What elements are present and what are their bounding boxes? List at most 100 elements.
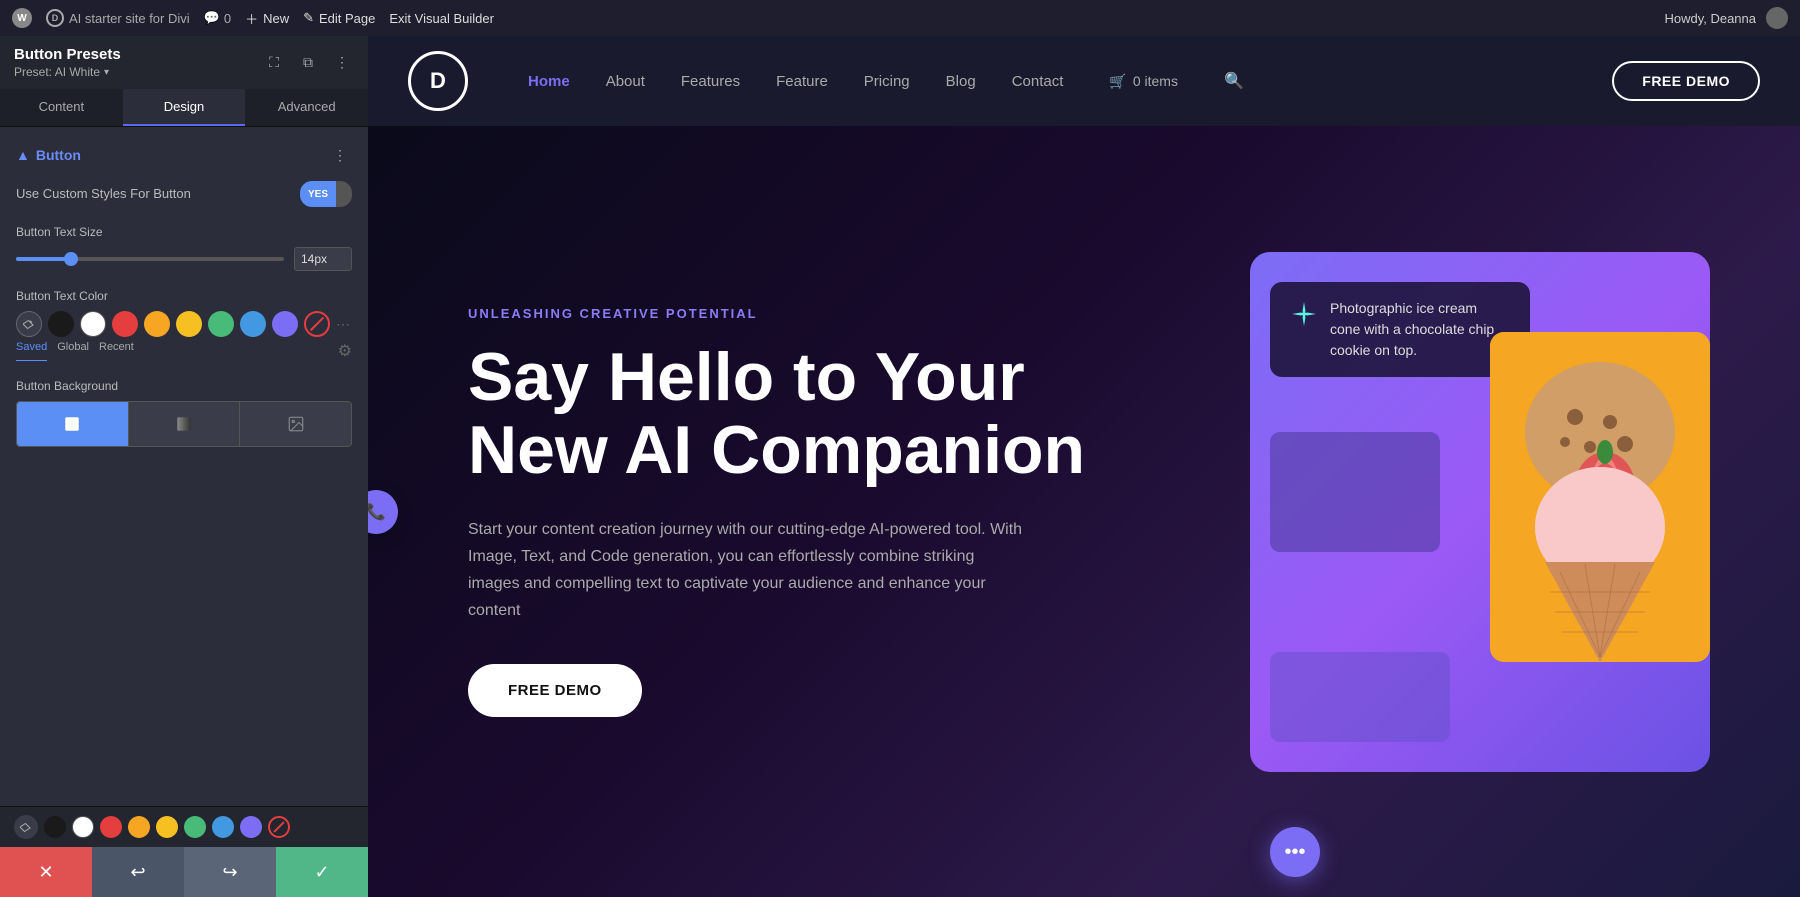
color-swatch-blue[interactable] — [240, 311, 266, 337]
text-size-input[interactable] — [294, 247, 352, 271]
undo-icon: ↩ — [130, 862, 145, 883]
bottom-swatch-green[interactable] — [184, 816, 206, 838]
bottom-action-bar: ✕ ↩ ↪ ✓ — [0, 847, 368, 897]
top-bar: W D AI starter site for Divi 💬 0 ＋ New ✎… — [0, 0, 1800, 36]
bottom-swatch-black[interactable] — [44, 816, 66, 838]
bg-label: Button Background — [16, 379, 352, 393]
nav-link-blog[interactable]: Blog — [946, 73, 976, 90]
bottom-color-bar — [0, 806, 368, 847]
bottom-swatch-yellow[interactable] — [156, 816, 178, 838]
divi-icon: D — [46, 9, 64, 27]
nav-links: Home About Features Feature Pricing Blog… — [528, 71, 1582, 91]
bottom-swatch-orange[interactable] — [128, 816, 150, 838]
bg-image-option[interactable] — [240, 402, 351, 446]
plus-icon: ＋ — [245, 9, 258, 28]
bg-options-group — [16, 401, 352, 447]
text-size-slider-row — [16, 247, 352, 271]
text-color-label: Button Text Color — [16, 289, 352, 303]
cart-icon: 🛒 — [1109, 73, 1126, 90]
color-swatch-green[interactable] — [208, 311, 234, 337]
nav-link-pricing[interactable]: Pricing — [864, 73, 910, 90]
cart-link[interactable]: 🛒 0 items — [1109, 73, 1178, 90]
color-swatch-purple[interactable] — [272, 311, 298, 337]
bg-solid-option[interactable] — [17, 402, 129, 446]
redo-button[interactable]: ↪ — [184, 847, 276, 897]
bottom-swatch-blue[interactable] — [212, 816, 234, 838]
sparkle-icon — [1290, 300, 1318, 335]
tab-content[interactable]: Content — [0, 89, 123, 126]
split-view-icon[interactable]: ⧉ — [296, 51, 320, 75]
bottom-swatch-stroke[interactable] — [268, 816, 290, 838]
section-more-icon[interactable]: ⋮ — [328, 143, 352, 167]
color-swatch-red[interactable] — [112, 311, 138, 337]
site-name-link[interactable]: D AI starter site for Divi — [46, 9, 190, 27]
tab-design[interactable]: Design — [123, 89, 246, 126]
button-background-section: Button Background — [16, 379, 352, 447]
phone-icon: 📞 — [368, 502, 386, 522]
custom-styles-toggle-row: Use Custom Styles For Button YES — [16, 181, 352, 207]
nav-link-contact[interactable]: Contact — [1012, 73, 1064, 90]
color-swatch-white[interactable] — [80, 311, 106, 337]
tab-advanced[interactable]: Advanced — [245, 89, 368, 126]
nav-link-about[interactable]: About — [606, 73, 645, 90]
logo-letter: D — [430, 68, 446, 94]
edit-icon: ✎ — [303, 10, 314, 26]
text-color-section: Button Text Color ⋯ — [16, 289, 352, 361]
undo-button[interactable]: ↩ — [92, 847, 184, 897]
hero-cta-label: FREE DEMO — [508, 682, 602, 699]
fab-button[interactable]: ••• — [1270, 827, 1320, 877]
color-swatch-orange[interactable] — [144, 311, 170, 337]
panel-preset[interactable]: Preset: AI White ▾ — [14, 65, 121, 79]
section-title: ▲ Button — [16, 147, 81, 163]
bottom-eyedropper-icon[interactable] — [14, 815, 38, 839]
recent-tab[interactable]: Recent — [99, 341, 134, 361]
edit-page-button[interactable]: ✎ Edit Page — [303, 10, 375, 26]
bg-gradient-option[interactable] — [129, 402, 241, 446]
color-swatch-black[interactable] — [48, 311, 74, 337]
user-avatar[interactable] — [1766, 7, 1788, 29]
hero-cta-button[interactable]: FREE DEMO — [468, 664, 642, 717]
color-swatches-row: ⋯ — [16, 311, 352, 337]
color-swatch-pink-stroke[interactable] — [304, 311, 330, 337]
more-options-icon[interactable]: ⋮ — [330, 51, 354, 75]
cancel-button[interactable]: ✕ — [0, 847, 92, 897]
confirm-button[interactable]: ✓ — [276, 847, 368, 897]
text-size-track[interactable] — [16, 257, 284, 261]
exit-visual-builder-button[interactable]: Exit Visual Builder — [389, 11, 494, 26]
comments-link[interactable]: 💬 0 — [204, 10, 231, 26]
nav-link-home[interactable]: Home — [528, 73, 570, 90]
new-label: New — [263, 11, 289, 26]
saved-tab[interactable]: Saved — [16, 341, 47, 361]
color-settings-icon[interactable]: ⚙ — [338, 341, 352, 361]
left-panel: Button Presets Preset: AI White ▾ ⛶ ⧉ ⋮ … — [0, 36, 368, 897]
global-tab[interactable]: Global — [57, 341, 89, 361]
chevron-down-icon: ▾ — [104, 67, 109, 78]
site-logo[interactable]: D — [408, 51, 468, 111]
website-area: D Home About Features Feature Pricing Bl… — [368, 36, 1800, 897]
toggle-yes: YES — [300, 181, 336, 207]
more-colors-icon[interactable]: ⋯ — [336, 316, 350, 333]
bottom-swatch-purple[interactable] — [240, 816, 262, 838]
fullscreen-icon[interactable]: ⛶ — [262, 51, 286, 75]
nav-cta-button[interactable]: FREE DEMO — [1612, 61, 1760, 101]
hero-right: Photographic ice cream cone with a choco… — [1240, 186, 1720, 837]
bottom-swatch-white[interactable] — [72, 816, 94, 838]
nav-link-feature[interactable]: Feature — [776, 73, 828, 90]
color-swatch-yellow[interactable] — [176, 311, 202, 337]
howdy-text: Howdy, Deanna — [1664, 11, 1756, 26]
custom-styles-toggle[interactable]: YES — [300, 181, 352, 207]
eyedropper-icon[interactable] — [16, 311, 42, 337]
ice-cream-image — [1490, 332, 1710, 662]
new-button[interactable]: ＋ New — [245, 9, 289, 28]
nav-link-features[interactable]: Features — [681, 73, 740, 90]
phone-button[interactable]: 📞 — [368, 490, 398, 534]
bottom-swatch-red[interactable] — [100, 816, 122, 838]
nav-cta-label: FREE DEMO — [1642, 73, 1730, 89]
button-section-label: Button — [36, 147, 81, 163]
wordpress-icon[interactable]: W — [12, 8, 32, 28]
overlay-card-bottom — [1270, 652, 1450, 742]
site-navigation: D Home About Features Feature Pricing Bl… — [368, 36, 1800, 126]
overlay-card-middle — [1270, 432, 1440, 552]
search-icon[interactable]: 🔍 — [1224, 71, 1244, 91]
chevron-up-icon: ▲ — [16, 147, 30, 163]
